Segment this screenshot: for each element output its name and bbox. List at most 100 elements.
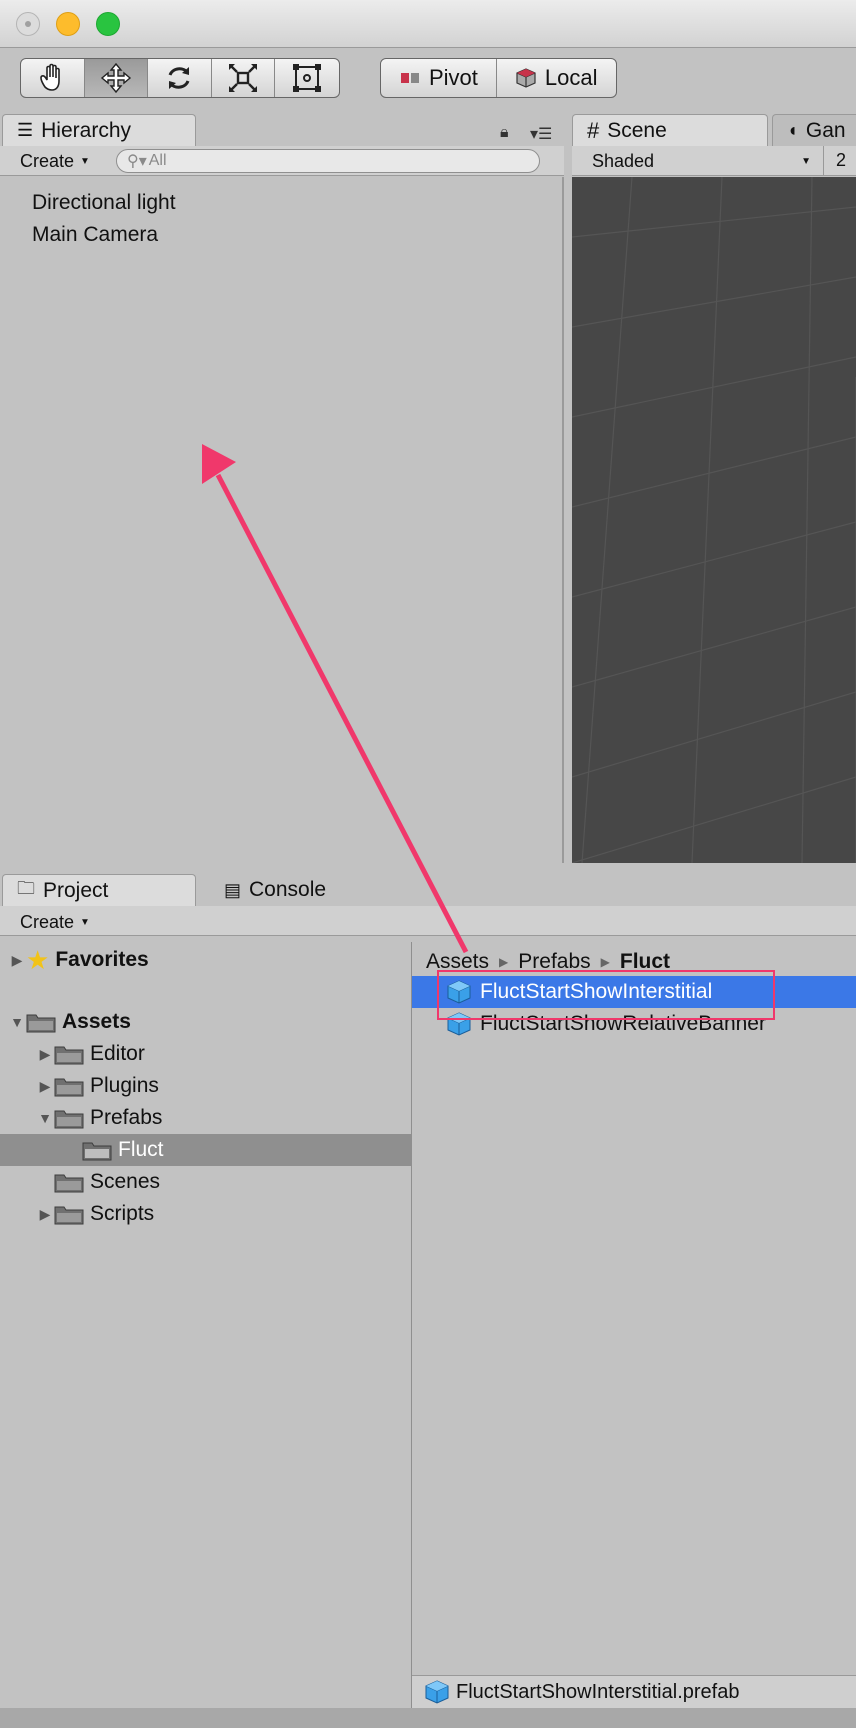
lock-icon[interactable]: 🔒︎ <box>500 124 509 142</box>
hierarchy-search-placeholder: All <box>148 152 167 169</box>
tab-project[interactable]: 🗀︎ Project <box>2 874 196 906</box>
hand-tool-button[interactable] <box>21 59 85 97</box>
tree-item-fluct[interactable]: Fluct <box>0 1134 412 1166</box>
tree-item-scripts[interactable]: ▶ Scripts <box>0 1198 412 1230</box>
project-create-label: Create <box>20 912 75 932</box>
scale-tool-button[interactable] <box>212 59 276 97</box>
hierarchy-create-button[interactable]: Create ▼ <box>20 151 90 172</box>
dropdown-caret-icon: ▼ <box>80 917 90 928</box>
folder-icon <box>54 1078 84 1097</box>
expand-arrow-icon[interactable]: ▶ <box>36 1078 54 1095</box>
maximize-window-button[interactable] <box>96 12 120 36</box>
project-toolbar: Create ▼ <box>0 906 856 936</box>
tree-label: Scripts <box>90 1202 155 1225</box>
annotation-highlight-box <box>437 970 775 1020</box>
main-toolbar: Pivot Local <box>0 48 856 108</box>
console-tab-label: Console <box>249 878 327 901</box>
rotate-tool-button[interactable] <box>148 59 212 97</box>
tab-hierarchy[interactable]: ☰ Hierarchy <box>2 114 196 146</box>
shading-mode-dropdown[interactable]: Shaded ▼ <box>572 146 824 176</box>
dropdown-caret-icon: ▼ <box>801 155 811 167</box>
search-icon: ⚲▾ <box>127 153 147 170</box>
minimize-window-button[interactable] <box>56 12 80 36</box>
hierarchy-item[interactable]: Main Camera <box>32 223 158 247</box>
rotate-icon <box>169 67 190 89</box>
scale-icon <box>229 64 258 92</box>
folder-icon <box>26 1014 56 1033</box>
breadcrumb-separator-icon: ▶ <box>600 955 610 969</box>
pivot-label: Pivot <box>429 65 478 90</box>
folder-icon <box>54 1174 84 1193</box>
scene-tab-label: Scene <box>607 118 667 142</box>
pivot-controls: Pivot Local <box>380 58 617 98</box>
hand-icon <box>40 63 61 91</box>
tab-scene[interactable]: # Scene <box>572 114 768 146</box>
tree-item-assets[interactable]: ▼ Assets <box>0 1006 412 1038</box>
scene-toolbar: Shaded ▼ 2 <box>572 146 856 176</box>
tree-label: Scenes <box>90 1170 161 1193</box>
breadcrumb-separator-icon: ▶ <box>499 955 509 969</box>
rect-icon <box>293 64 322 92</box>
move-icon <box>100 62 131 94</box>
console-icon: ▤ <box>224 879 242 900</box>
scene-viewport[interactable] <box>572 177 856 863</box>
expand-arrow-icon[interactable]: ▶ <box>36 1046 54 1063</box>
folder-icon <box>54 1046 84 1065</box>
hierarchy-search-input[interactable]: ⚲▾ All <box>116 149 540 173</box>
panel-menu-icon[interactable]: ▾☰ <box>530 124 552 144</box>
local-label: Local <box>544 65 598 90</box>
transform-tools <box>20 58 340 98</box>
folder-icon: 🗀︎ <box>17 877 35 898</box>
project-create-button[interactable]: Create ▼ <box>20 912 90 933</box>
star-icon: ★ <box>26 944 50 975</box>
tree-label: Plugins <box>90 1074 159 1097</box>
tab-game[interactable]: ◖ Gan <box>772 114 856 146</box>
shading-mode-value: Shaded <box>592 150 655 171</box>
hierarchy-tab-label: Hierarchy <box>41 118 131 142</box>
list-icon: ☰ <box>17 120 34 140</box>
project-folder-tree: ▶ ★ Favorites ▼ Assets ▶ Editor ▶ Plugin… <box>0 942 412 1708</box>
collapse-arrow-icon[interactable]: ▼ <box>8 1014 26 1030</box>
tree-item-favorites[interactable]: ▶ ★ Favorites <box>0 944 412 976</box>
tree-label: Fluct <box>118 1138 164 1161</box>
dropdown-caret-icon: ▼ <box>80 156 90 167</box>
pivot-icon <box>401 73 419 83</box>
pivot-button[interactable]: Pivot <box>381 59 497 97</box>
hierarchy-panel: Directional light Main Camera <box>0 177 564 863</box>
project-status-bar: FluctStartShowInterstitial.prefab <box>412 1675 856 1708</box>
tree-item-editor[interactable]: ▶ Editor <box>0 1038 412 1070</box>
tree-item-plugins[interactable]: ▶ Plugins <box>0 1070 412 1102</box>
local-cube-icon <box>516 68 536 88</box>
expand-arrow-icon[interactable]: ▶ <box>8 952 26 969</box>
game-tab-label: Gan <box>805 118 846 142</box>
bottom-status-strip <box>0 1708 856 1728</box>
expand-arrow-icon[interactable]: ▶ <box>36 1206 54 1223</box>
grid-icon: # <box>587 117 600 143</box>
tab-console[interactable]: ▤ Console <box>210 874 380 906</box>
pacman-icon: ◖ <box>787 120 798 140</box>
close-window-button[interactable] <box>16 12 40 36</box>
hierarchy-create-label: Create <box>20 151 75 171</box>
hierarchy-toolbar: Create ▼ ⚲▾ All <box>0 146 564 176</box>
local-button[interactable]: Local <box>497 59 616 97</box>
project-tab-label: Project <box>43 878 109 902</box>
project-assets-view: Assets ▶ Prefabs ▶ Fluct FluctStartShowI… <box>412 942 856 1708</box>
move-tool-button[interactable] <box>84 59 149 97</box>
scene-grid <box>572 177 856 863</box>
prefab-cube-icon <box>425 1680 449 1704</box>
status-filename: FluctStartShowInterstitial.prefab <box>456 1680 740 1703</box>
collapse-arrow-icon[interactable]: ▼ <box>36 1110 54 1126</box>
tree-label: Assets <box>62 1010 131 1033</box>
tree-label: Prefabs <box>90 1106 163 1129</box>
folder-icon <box>82 1142 112 1161</box>
folder-icon <box>54 1206 84 1225</box>
tree-item-prefabs[interactable]: ▼ Prefabs <box>0 1102 412 1134</box>
scene-2d-toggle[interactable]: 2 <box>836 150 846 171</box>
window-titlebar <box>0 0 856 48</box>
folder-icon <box>54 1110 84 1129</box>
tree-label: Editor <box>90 1042 145 1065</box>
hierarchy-item[interactable]: Directional light <box>32 191 176 215</box>
tree-item-scenes[interactable]: Scenes <box>0 1166 412 1198</box>
tree-label: Favorites <box>55 948 149 971</box>
rect-tool-button[interactable] <box>275 59 339 97</box>
